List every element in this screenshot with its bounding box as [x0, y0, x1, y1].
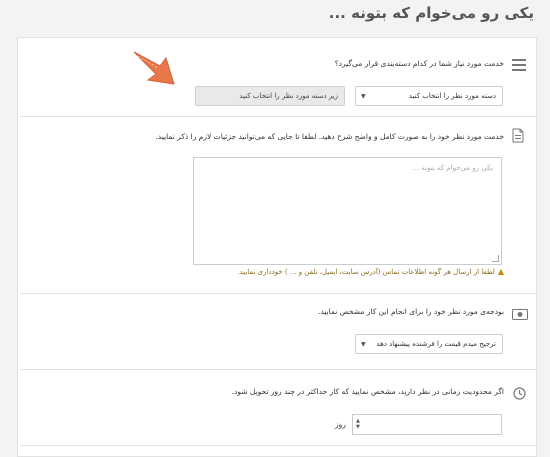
- category-select-value: دسته مورد نظر را انتخاب کنید: [408, 92, 496, 100]
- days-unit-label: روز: [335, 420, 346, 429]
- category-select[interactable]: دسته مورد نظر را انتخاب کنید ▼: [355, 86, 503, 106]
- section-divider: [20, 445, 536, 446]
- description-textarea[interactable]: یکی رو می‌خوام که بتونه ...: [193, 157, 502, 265]
- budget-select-value: ترجیح میدم قیمت را فرشنده پیشنهاد دهد: [376, 340, 496, 348]
- category-question: خدمت مورد نیاز شما در کدام دسته‌بندی قرا…: [334, 59, 504, 68]
- warning-text: لطفا از ارسال هر گونه اطلاعات تماس (آدرس…: [237, 268, 495, 276]
- description-question: خدمت مورد نظر خود را به صورت کامل و واضح…: [155, 132, 504, 141]
- chevron-down-icon: ▼: [361, 341, 366, 348]
- days-number-input[interactable]: ▲ ▼: [352, 414, 502, 435]
- list-icon: [512, 56, 526, 75]
- money-icon: [512, 305, 528, 324]
- section-divider: [20, 293, 536, 294]
- warning-icon: ▲: [497, 267, 504, 276]
- budget-select[interactable]: ترجیح میدم قیمت را فرشنده پیشنهاد دهد ▼: [355, 334, 503, 354]
- subcategory-select[interactable]: زیر دسته مورد نظر را انتخاب کنید: [195, 86, 345, 106]
- page-title: یکی رو می‌خوام که بتونه ...: [328, 4, 534, 22]
- section-divider: [20, 116, 536, 117]
- deadline-question: اگر محدودیت زمانی در نظر دارید، مشخص نما…: [231, 387, 504, 396]
- subcategory-select-value: زیر دسته مورد نظر را انتخاب کنید: [239, 92, 338, 100]
- description-placeholder: یکی رو می‌خوام که بتونه ...: [412, 164, 493, 172]
- section-divider: [20, 369, 536, 370]
- clock-icon: [513, 385, 526, 404]
- arrow-pointer-icon: [130, 48, 180, 92]
- chevron-down-icon: ▼: [361, 93, 366, 100]
- resize-handle-icon[interactable]: [492, 255, 499, 262]
- document-icon: [512, 128, 524, 147]
- contact-info-warning: ▲لطفا از ارسال هر گونه اطلاعات تماس (آدر…: [224, 266, 504, 278]
- spinner-icon[interactable]: ▲ ▼: [356, 418, 360, 430]
- budget-question: بودجه‌ی مورد نظر خود را برای انجام این ک…: [317, 307, 504, 316]
